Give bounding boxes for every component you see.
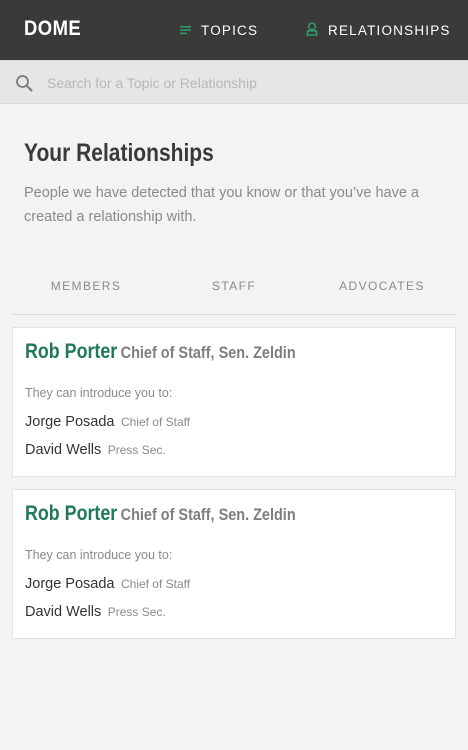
relationship-card: Rob Porter Chief of Staff, Sen. Zeldin Th… bbox=[12, 489, 456, 639]
topics-lines-icon bbox=[180, 23, 191, 38]
person-name-link[interactable]: Rob Porter bbox=[25, 340, 117, 363]
person-icon bbox=[306, 21, 318, 39]
introduce-label: They can introduce you to: bbox=[25, 386, 173, 400]
contact-item: David Wells Press Sec. bbox=[25, 441, 166, 459]
page-subtitle: People we have detected that you know or… bbox=[24, 185, 419, 225]
introduce-label: They can introduce you to: bbox=[25, 548, 173, 562]
card-header: Rob Porter Chief of Staff, Sen. Zeldin bbox=[25, 340, 296, 364]
nav-topics[interactable]: TOPICS bbox=[180, 21, 258, 39]
card-header: Rob Porter Chief of Staff, Sen. Zeldin bbox=[25, 502, 296, 526]
contact-item: David Wells Press Sec. bbox=[25, 603, 166, 621]
top-nav-bar: DOME TOPICS RELATIONSHIPS bbox=[0, 0, 468, 60]
search-icon bbox=[15, 74, 33, 97]
contact-name[interactable]: Jorge Posada bbox=[25, 414, 114, 430]
contact-role: Press Sec. bbox=[107, 443, 166, 457]
contact-role: Chief of Staff bbox=[120, 415, 191, 429]
tab-members[interactable]: MEMBERS bbox=[12, 270, 160, 314]
page-title: Your Relationships bbox=[24, 139, 214, 167]
nav-topics-label: TOPICS bbox=[201, 22, 259, 38]
contact-name[interactable]: Jorge Posada bbox=[25, 576, 114, 592]
contact-name[interactable]: David Wells bbox=[25, 442, 101, 458]
nav-relationships[interactable]: RELATIONSHIPS bbox=[306, 21, 451, 39]
brand-logo[interactable]: DOME bbox=[24, 17, 81, 41]
search-bar bbox=[0, 60, 468, 104]
tab-advocates[interactable]: ADVOCATES bbox=[308, 270, 456, 314]
contact-item: Jorge Posada Chief of Staff bbox=[25, 575, 190, 593]
person-role: Chief of Staff, Sen. Zeldin bbox=[120, 343, 296, 362]
search-input[interactable] bbox=[47, 70, 447, 96]
relationship-tabs: MEMBERS STAFF ADVOCATES bbox=[12, 270, 456, 315]
nav-relationships-label: RELATIONSHIPS bbox=[328, 22, 451, 38]
contact-role: Chief of Staff bbox=[120, 577, 191, 591]
person-role: Chief of Staff, Sen. Zeldin bbox=[120, 505, 296, 524]
tab-staff[interactable]: STAFF bbox=[160, 270, 308, 314]
contact-item: Jorge Posada Chief of Staff bbox=[25, 413, 190, 431]
contact-role: Press Sec. bbox=[107, 605, 166, 619]
person-name-link[interactable]: Rob Porter bbox=[25, 502, 117, 525]
contact-name[interactable]: David Wells bbox=[25, 604, 101, 620]
relationship-card: Rob Porter Chief of Staff, Sen. Zeldin Th… bbox=[12, 327, 456, 477]
